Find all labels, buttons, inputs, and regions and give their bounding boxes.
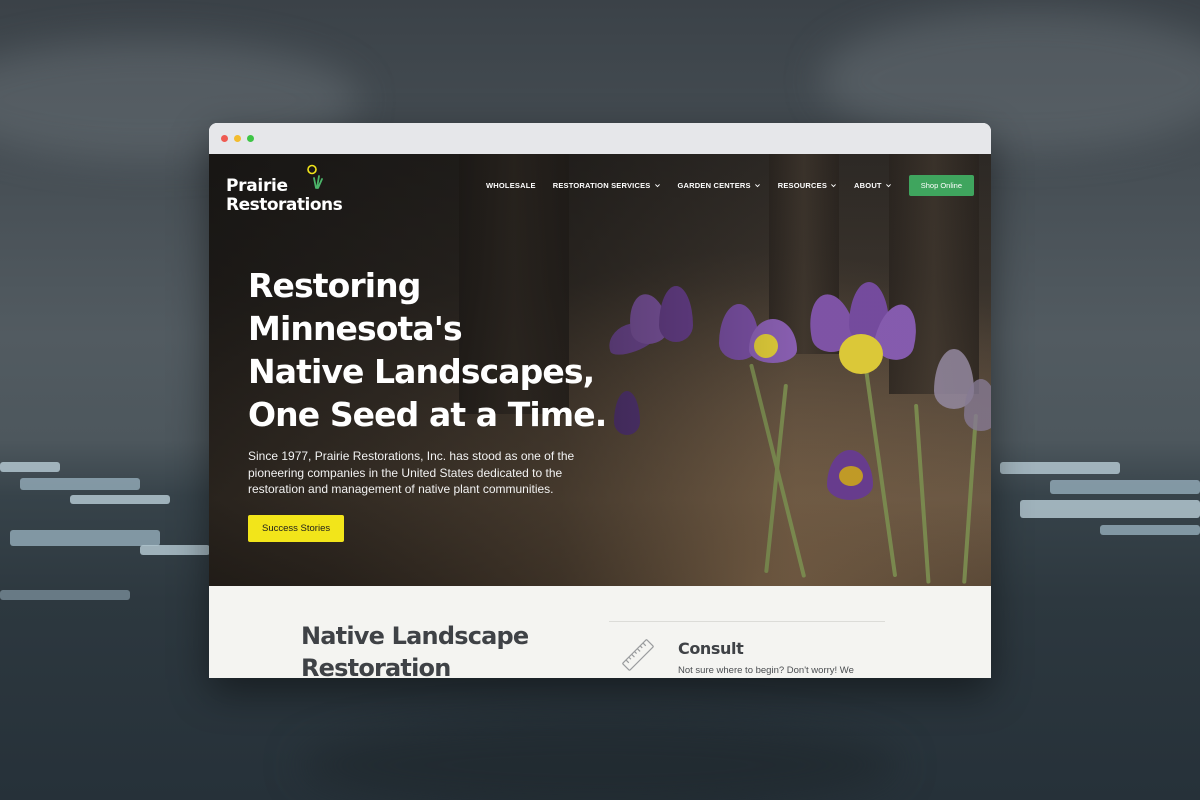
chevron-down-icon [885, 183, 891, 187]
nav-item-restoration-services[interactable]: RESTORATION SERVICES [553, 181, 661, 190]
nav-item-wholesale[interactable]: WHOLESALE [486, 181, 536, 190]
nav-item-label: WHOLESALE [486, 180, 536, 190]
divider [609, 621, 885, 622]
nav-item-label: RESTORATION SERVICES [552, 180, 651, 190]
chevron-down-icon [831, 183, 836, 187]
hero-title-line: One Seed at a Time. [248, 395, 607, 434]
minimize-window-dot[interactable] [234, 135, 241, 142]
services-section: Native Landscape Restoration Consult Not… [209, 586, 991, 678]
shop-online-button[interactable]: Shop Online [908, 174, 974, 196]
main-nav: WHOLESALE RESTORATION SERVICES GARDEN CE… [209, 154, 991, 216]
success-stories-button[interactable]: Success Stories [248, 514, 345, 542]
consult-title: Consult [678, 639, 744, 658]
close-window-dot[interactable] [221, 135, 228, 142]
hero-section: Prairie Restorations WHOLESALE RESTORATI… [209, 154, 991, 586]
nav-item-label: RESOURCES [777, 180, 828, 190]
hero-content: Restoring Minnesota's Native Landscapes,… [248, 264, 628, 542]
hero-title-line: Restoring Minnesota's [248, 266, 463, 348]
chevron-down-icon [654, 183, 660, 187]
maximize-window-dot[interactable] [247, 135, 254, 142]
nav-item-about[interactable]: ABOUT [854, 181, 892, 190]
browser-window: Prairie Restorations WHOLESALE RESTORATI… [209, 123, 991, 678]
nav-item-label: GARDEN CENTERS [677, 180, 751, 190]
nav-item-label: ABOUT [854, 180, 882, 190]
hero-title: Restoring Minnesota's Native Landscapes,… [248, 264, 628, 436]
nav-item-garden-centers[interactable]: GARDEN CENTERS [678, 181, 761, 190]
consult-text: Not sure where to begin? Don't worry! We [678, 665, 854, 676]
section-heading: Native Landscape Restoration [301, 622, 529, 678]
hero-title-line: Native Landscapes, [248, 352, 595, 391]
nav-item-resources[interactable]: RESOURCES [778, 181, 837, 190]
chevron-down-icon [754, 183, 760, 187]
hero-subtitle: Since 1977, Prairie Restorations, Inc. h… [248, 449, 575, 496]
browser-titlebar [209, 123, 991, 154]
ruler-icon [622, 639, 654, 671]
